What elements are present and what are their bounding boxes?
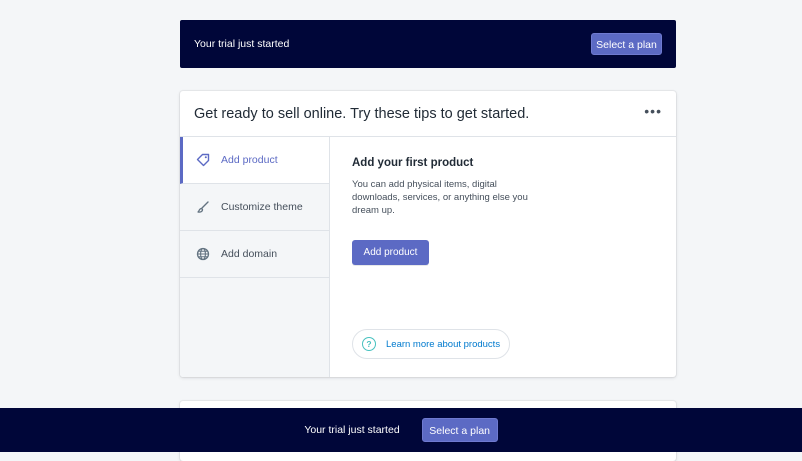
trial-banner-text: Your trial just started bbox=[194, 38, 290, 50]
tab-label: Customize theme bbox=[221, 201, 303, 213]
tip-content: Add your first product You can add physi… bbox=[352, 137, 676, 377]
tab-add-domain[interactable]: Add domain bbox=[180, 231, 329, 278]
select-plan-bottom-button[interactable]: Select a plan bbox=[421, 418, 498, 442]
more-actions-icon[interactable]: ••• bbox=[644, 104, 662, 118]
tips-tab-list: Add product Customize theme Add domain bbox=[180, 137, 330, 377]
tab-customize-theme[interactable]: Customize theme bbox=[180, 184, 329, 231]
tab-label: Add domain bbox=[221, 248, 278, 260]
globe-icon bbox=[196, 247, 210, 261]
trial-banner: Your trial just started Select a plan bbox=[180, 20, 676, 68]
add-product-button[interactable]: Add product bbox=[352, 240, 429, 265]
tag-icon bbox=[196, 153, 210, 167]
setup-tips-card: Get ready to sell online. Try these tips… bbox=[180, 91, 676, 377]
card-header: Get ready to sell online. Try these tips… bbox=[180, 91, 676, 137]
card-title: Get ready to sell online. Try these tips… bbox=[194, 105, 530, 122]
tip-description: You can add physical items, digital down… bbox=[352, 179, 528, 216]
learn-more-label: Learn more about products bbox=[386, 338, 501, 350]
tab-add-product[interactable]: Add product bbox=[180, 137, 329, 184]
trial-bottom-text: Your trial just started bbox=[304, 424, 400, 436]
brush-icon bbox=[196, 200, 210, 214]
tip-title: Add your first product bbox=[352, 157, 474, 169]
select-plan-button[interactable]: Select a plan bbox=[591, 33, 662, 55]
tab-label: Add product bbox=[221, 154, 278, 166]
help-icon: ? bbox=[362, 337, 376, 351]
learn-more-link[interactable]: ? Learn more about products bbox=[352, 329, 510, 359]
trial-bottom-bar: Your trial just started Select a plan bbox=[0, 408, 802, 452]
card-body: Add product Customize theme Add domain A… bbox=[180, 137, 676, 377]
